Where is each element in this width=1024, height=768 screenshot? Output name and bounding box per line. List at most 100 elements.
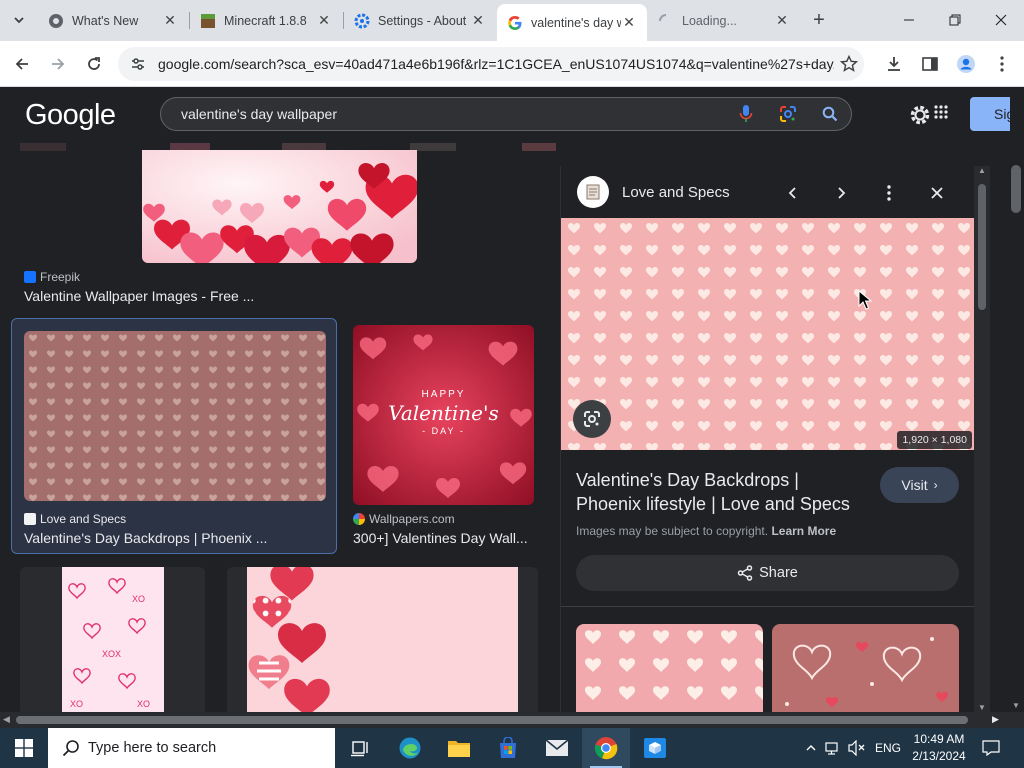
close-icon[interactable]: ✕ <box>316 12 332 29</box>
site-name[interactable]: Love and Specs <box>622 184 730 201</box>
visit-button[interactable]: Visit › <box>880 467 959 503</box>
tab-loading[interactable]: Loading... ✕ <box>648 6 800 35</box>
google-apps-button[interactable] <box>934 105 948 124</box>
microsoft-store-taskbar-button[interactable] <box>484 728 532 768</box>
close-panel-button[interactable] <box>922 178 952 208</box>
scrollbar-thumb[interactable] <box>16 716 968 724</box>
start-button[interactable] <box>0 728 48 768</box>
result-image-love-and-specs[interactable] <box>24 331 326 501</box>
result-source[interactable]: Love and Specs <box>24 512 126 526</box>
result-title[interactable]: Valentine's Day Backdrops | Phoenix ... <box>24 530 324 546</box>
result-title[interactable]: 300+] Valentines Day Wall... <box>353 530 533 546</box>
close-icon[interactable]: ✕ <box>162 12 178 29</box>
chrome-taskbar-button[interactable] <box>582 728 630 768</box>
result-image-freepik[interactable] <box>142 150 417 263</box>
lens-search-button[interactable] <box>767 98 809 130</box>
preview-title[interactable]: Valentine's Day Backdrops | Phoenix life… <box>576 468 866 516</box>
taskbar-search-box[interactable]: Type here to search <box>48 728 335 768</box>
tab-valentines-search[interactable]: valentine's day wallpaper ✕ <box>497 4 647 41</box>
google-search-box[interactable] <box>160 97 852 131</box>
panel-scrollbar[interactable]: ▲ ▼ <box>974 166 990 712</box>
volume-button[interactable] <box>844 728 870 768</box>
language-indicator[interactable]: ENG <box>872 728 904 768</box>
sign-in-button[interactable]: Sign in <box>970 97 1010 131</box>
site-favicon <box>577 176 609 208</box>
site-info-icon[interactable] <box>130 56 148 72</box>
result-title[interactable]: Valentine Wallpaper Images - Free ... <box>24 288 324 304</box>
related-pink-hearts-image <box>576 624 763 712</box>
scroll-down-arrow-icon[interactable]: ▼ <box>978 703 986 712</box>
show-hidden-icons-button[interactable] <box>800 728 822 768</box>
settings-button[interactable] <box>906 101 934 129</box>
downloads-button[interactable] <box>880 50 908 78</box>
address-bar[interactable]: google.com/search?sca_esv=40ad471a4e6b19… <box>118 47 864 81</box>
forward-button[interactable] <box>44 50 72 78</box>
tab-settings[interactable]: Settings - About ✕ <box>344 6 496 35</box>
tab-search-dropdown-button[interactable] <box>6 8 32 32</box>
search-submit-button[interactable] <box>809 98 851 130</box>
search-input[interactable] <box>181 106 725 122</box>
visit-label: Visit <box>901 477 928 493</box>
related-image[interactable] <box>772 624 959 712</box>
more-options-button[interactable] <box>874 178 904 208</box>
tab-whats-new[interactable]: What's New ✕ <box>38 6 188 35</box>
result-image-wallpapers-com[interactable]: HAPPY Valentine's - DAY - <box>353 325 534 505</box>
scrollbar-thumb[interactable] <box>978 184 986 310</box>
mouse-cursor-icon <box>858 290 872 310</box>
result-image-doodle-hearts[interactable]: XO XOX XO XO <box>20 567 205 712</box>
bookmark-star-icon[interactable] <box>834 55 864 73</box>
result-image-balloon-hearts[interactable] <box>227 567 538 712</box>
reload-button[interactable] <box>80 50 108 78</box>
close-icon[interactable]: ✕ <box>774 12 790 29</box>
notification-icon <box>982 740 1000 756</box>
close-icon <box>931 187 943 199</box>
scrollbar-thumb[interactable] <box>1011 165 1021 213</box>
edge-taskbar-button[interactable] <box>386 728 434 768</box>
close-icon[interactable]: ✕ <box>621 14 637 31</box>
restore-button[interactable] <box>932 0 978 40</box>
close-icon[interactable]: ✕ <box>470 12 486 29</box>
preview-image[interactable] <box>561 218 974 450</box>
next-image-button[interactable] <box>826 178 856 208</box>
chrome-icon <box>48 13 64 29</box>
page-scrollbar[interactable]: ▼ <box>1008 143 1024 712</box>
scroll-left-arrow-icon[interactable]: ◀ <box>3 714 10 725</box>
network-button[interactable] <box>822 728 844 768</box>
edge-icon <box>399 737 421 759</box>
scroll-up-arrow-icon[interactable]: ▲ <box>978 166 986 175</box>
hearts-image <box>142 150 417 263</box>
plus-icon: + <box>813 8 825 31</box>
system-clock[interactable]: 10:49 AM 2/13/2024 <box>906 731 972 765</box>
related-image[interactable] <box>576 624 763 712</box>
image-preview-panel: Love and Specs 1,920 × 1,080 Valentine's… <box>560 166 974 712</box>
voice-search-button[interactable] <box>725 98 767 130</box>
share-button[interactable]: Share <box>576 555 959 591</box>
scroll-down-arrow-icon[interactable]: ▼ <box>1012 701 1020 710</box>
result-source[interactable]: Freepik <box>24 270 80 284</box>
learn-more-link[interactable]: Learn More <box>771 524 836 538</box>
horizontal-scrollbar[interactable]: ◀ ▶ <box>0 712 1024 728</box>
side-panel-button[interactable] <box>916 50 944 78</box>
browser-menu-button[interactable] <box>988 50 1016 78</box>
file-explorer-taskbar-button[interactable] <box>435 728 483 768</box>
new-tab-button[interactable]: + <box>806 8 832 32</box>
overlay-happy: HAPPY <box>421 389 466 400</box>
google-logo[interactable]: Google <box>25 99 116 132</box>
task-view-button[interactable] <box>336 728 384 768</box>
avatar-icon <box>957 55 975 73</box>
app-taskbar-button[interactable] <box>631 728 679 768</box>
mail-taskbar-button[interactable] <box>533 728 581 768</box>
profile-button[interactable] <box>952 50 980 78</box>
lens-search-image-button[interactable] <box>573 400 611 438</box>
related-doodle-hearts-image <box>772 624 959 712</box>
divider <box>561 606 974 607</box>
minimize-button[interactable] <box>886 0 932 40</box>
copyright-notice: Images may be subject to copyright. Lear… <box>576 524 836 538</box>
close-window-button[interactable] <box>978 0 1024 40</box>
notifications-button[interactable] <box>978 728 1004 768</box>
result-source[interactable]: Wallpapers.com <box>353 512 455 526</box>
previous-image-button[interactable] <box>778 178 808 208</box>
back-button[interactable] <box>8 50 36 78</box>
tab-minecraft[interactable]: Minecraft 1.8.8 ✕ <box>190 6 342 35</box>
scroll-right-arrow-icon[interactable]: ▶ <box>992 714 999 725</box>
